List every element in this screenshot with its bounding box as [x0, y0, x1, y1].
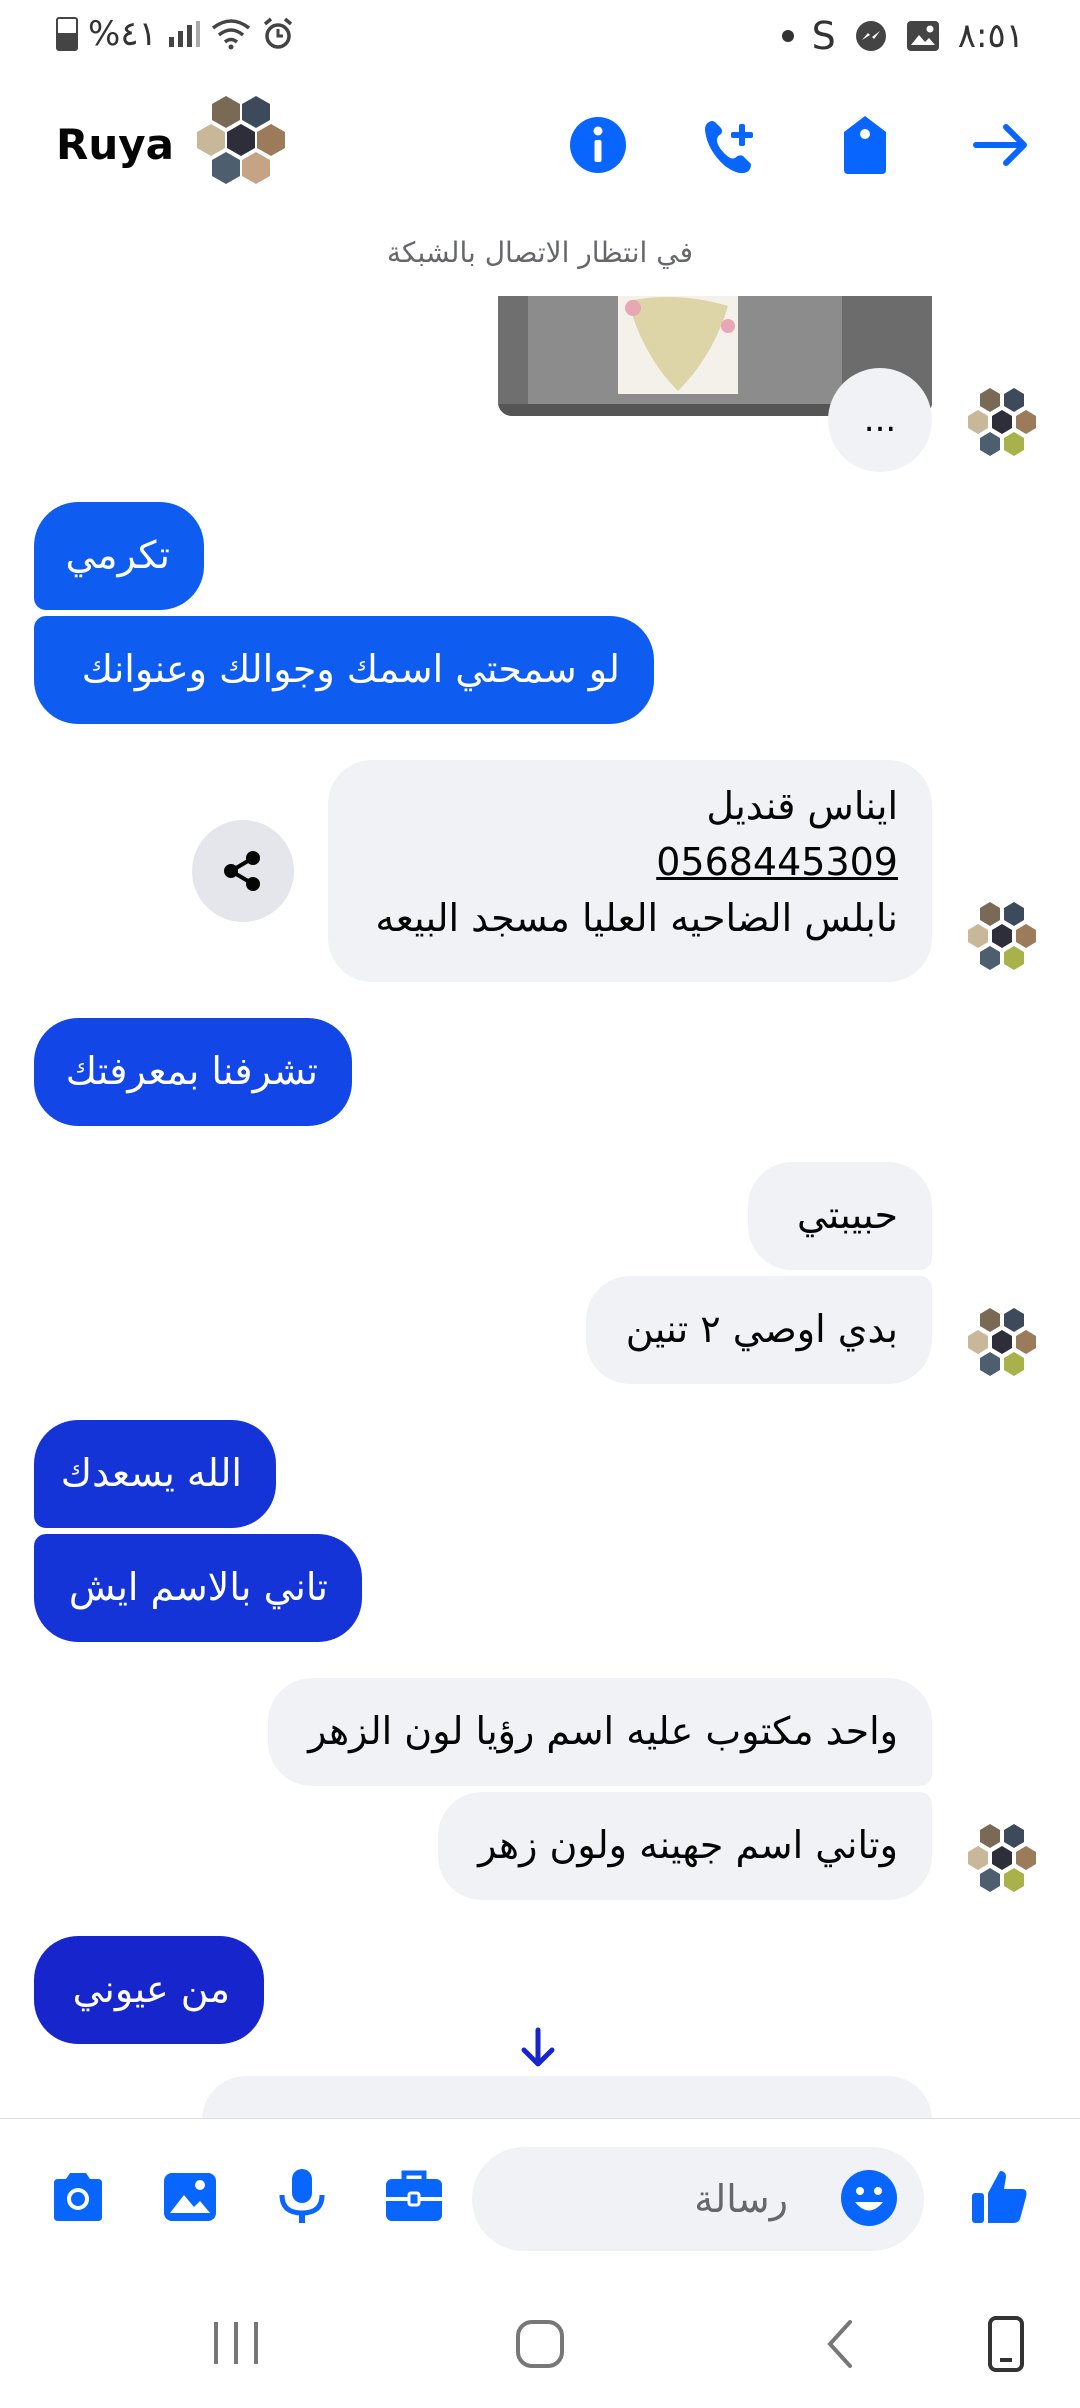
back-icon[interactable] — [818, 2316, 862, 2372]
microphone-icon[interactable] — [270, 2165, 334, 2229]
sender-avatar[interactable] — [968, 386, 1040, 462]
more-label: ... — [863, 400, 897, 440]
artwork-thumbnail — [625, 297, 735, 391]
signal-icon — [168, 21, 200, 47]
message-bubble-sent[interactable]: من عيوني — [34, 1936, 264, 2044]
more-options-button[interactable]: ... — [828, 368, 932, 472]
message-bubble-sent[interactable]: الله يسعدك — [34, 1420, 276, 1528]
forward-arrow-icon[interactable] — [966, 110, 1036, 180]
sender-avatar[interactable] — [968, 1306, 1040, 1382]
camera-icon[interactable] — [46, 2165, 110, 2229]
like-icon[interactable] — [968, 2165, 1032, 2229]
alarm-icon — [263, 17, 292, 49]
sender-avatar[interactable] — [968, 1822, 1040, 1898]
tag-icon[interactable] — [830, 110, 900, 180]
arrow-down-icon — [521, 2027, 555, 2067]
sender-avatar[interactable] — [968, 900, 1040, 976]
share-icon — [224, 851, 260, 891]
messenger-notification-icon — [855, 21, 886, 51]
home-icon[interactable] — [510, 2314, 570, 2374]
emoji-icon[interactable] — [838, 2167, 900, 2229]
message-text: الله يسعدك — [60, 1451, 242, 1495]
connection-status: في انتظار الاتصال بالشبكة — [387, 236, 693, 269]
composer-bar: رسالة — [0, 2118, 1080, 2279]
system-navigation-bar — [0, 2278, 1080, 2408]
add-call-icon[interactable] — [695, 110, 765, 180]
message-input[interactable]: رسالة — [472, 2147, 924, 2251]
message-text: تشرفنا بمعرفتك — [65, 1049, 318, 1093]
message-text: وتاني اسم جهينه ولون زهر — [478, 1823, 898, 1867]
message-text: واحد مكتوب عليه اسم رؤيا لون الزهر — [308, 1709, 898, 1753]
chat-header: Ruya — [0, 80, 1080, 210]
battery-icon — [56, 17, 78, 51]
message-text: لو سمحتي اسمك وجوالك وعنوانك — [81, 647, 620, 691]
message-bubble-sent[interactable]: تشرفنا بمعرفتك — [34, 1018, 352, 1126]
message-text: تاني بالاسم ايش — [68, 1565, 328, 1609]
clock: ٨:٥١ — [957, 16, 1024, 56]
phone-number-link[interactable]: 0568445309 — [362, 834, 898, 890]
message-text: تكرمي — [65, 533, 170, 577]
message-placeholder: رسالة — [694, 2177, 788, 2221]
group-avatar[interactable] — [196, 94, 292, 194]
share-button[interactable] — [192, 820, 294, 922]
message-bubble-received[interactable]: واحد مكتوب عليه اسم رؤيا لون الزهر — [268, 1678, 932, 1786]
message-bubble-received[interactable]: وتاني اسم جهينه ولون زهر — [438, 1792, 932, 1900]
s-notification-icon: S — [811, 14, 836, 58]
message-line-name: ايناس قنديل — [706, 784, 898, 828]
message-bubble-sent[interactable]: لو سمحتي اسمك وجوالك وعنوانك — [34, 616, 654, 724]
message-text: حبيبتي — [796, 1193, 898, 1237]
message-text: من عيوني — [72, 1967, 230, 2011]
message-line-address: نابلس الضاحيه العليا مسجد البيعه — [375, 896, 898, 940]
notification-dot-icon — [781, 30, 794, 42]
recent-apps-icon[interactable] — [208, 2316, 264, 2370]
gallery-notification-icon — [906, 21, 939, 51]
screen-rotate-icon[interactable] — [980, 2312, 1032, 2376]
message-bubble-received[interactable]: حبيبتي — [748, 1162, 932, 1270]
message-bubble-received[interactable]: ايناس قنديل 0568445309 نابلس الضاحيه الع… — [328, 760, 932, 982]
status-bar: %٤١ S ٨:٥١ — [0, 0, 1080, 80]
message-text: بدي اوصي ٢ تنين — [625, 1307, 898, 1351]
message-bubble-received[interactable]: بدي اوصي ٢ تنين — [586, 1276, 932, 1384]
wifi-icon — [211, 19, 250, 50]
info-icon[interactable] — [563, 110, 633, 180]
briefcase-icon[interactable] — [382, 2165, 446, 2229]
battery-percent: %٤١ — [88, 14, 157, 54]
message-bubble-sent[interactable]: تاني بالاسم ايش — [34, 1534, 362, 1642]
gallery-icon[interactable] — [158, 2165, 222, 2229]
contact-name[interactable]: Ruya — [56, 120, 174, 169]
scroll-to-bottom-button[interactable] — [498, 2018, 578, 2078]
message-bubble-sent[interactable]: تكرمي — [34, 502, 204, 610]
